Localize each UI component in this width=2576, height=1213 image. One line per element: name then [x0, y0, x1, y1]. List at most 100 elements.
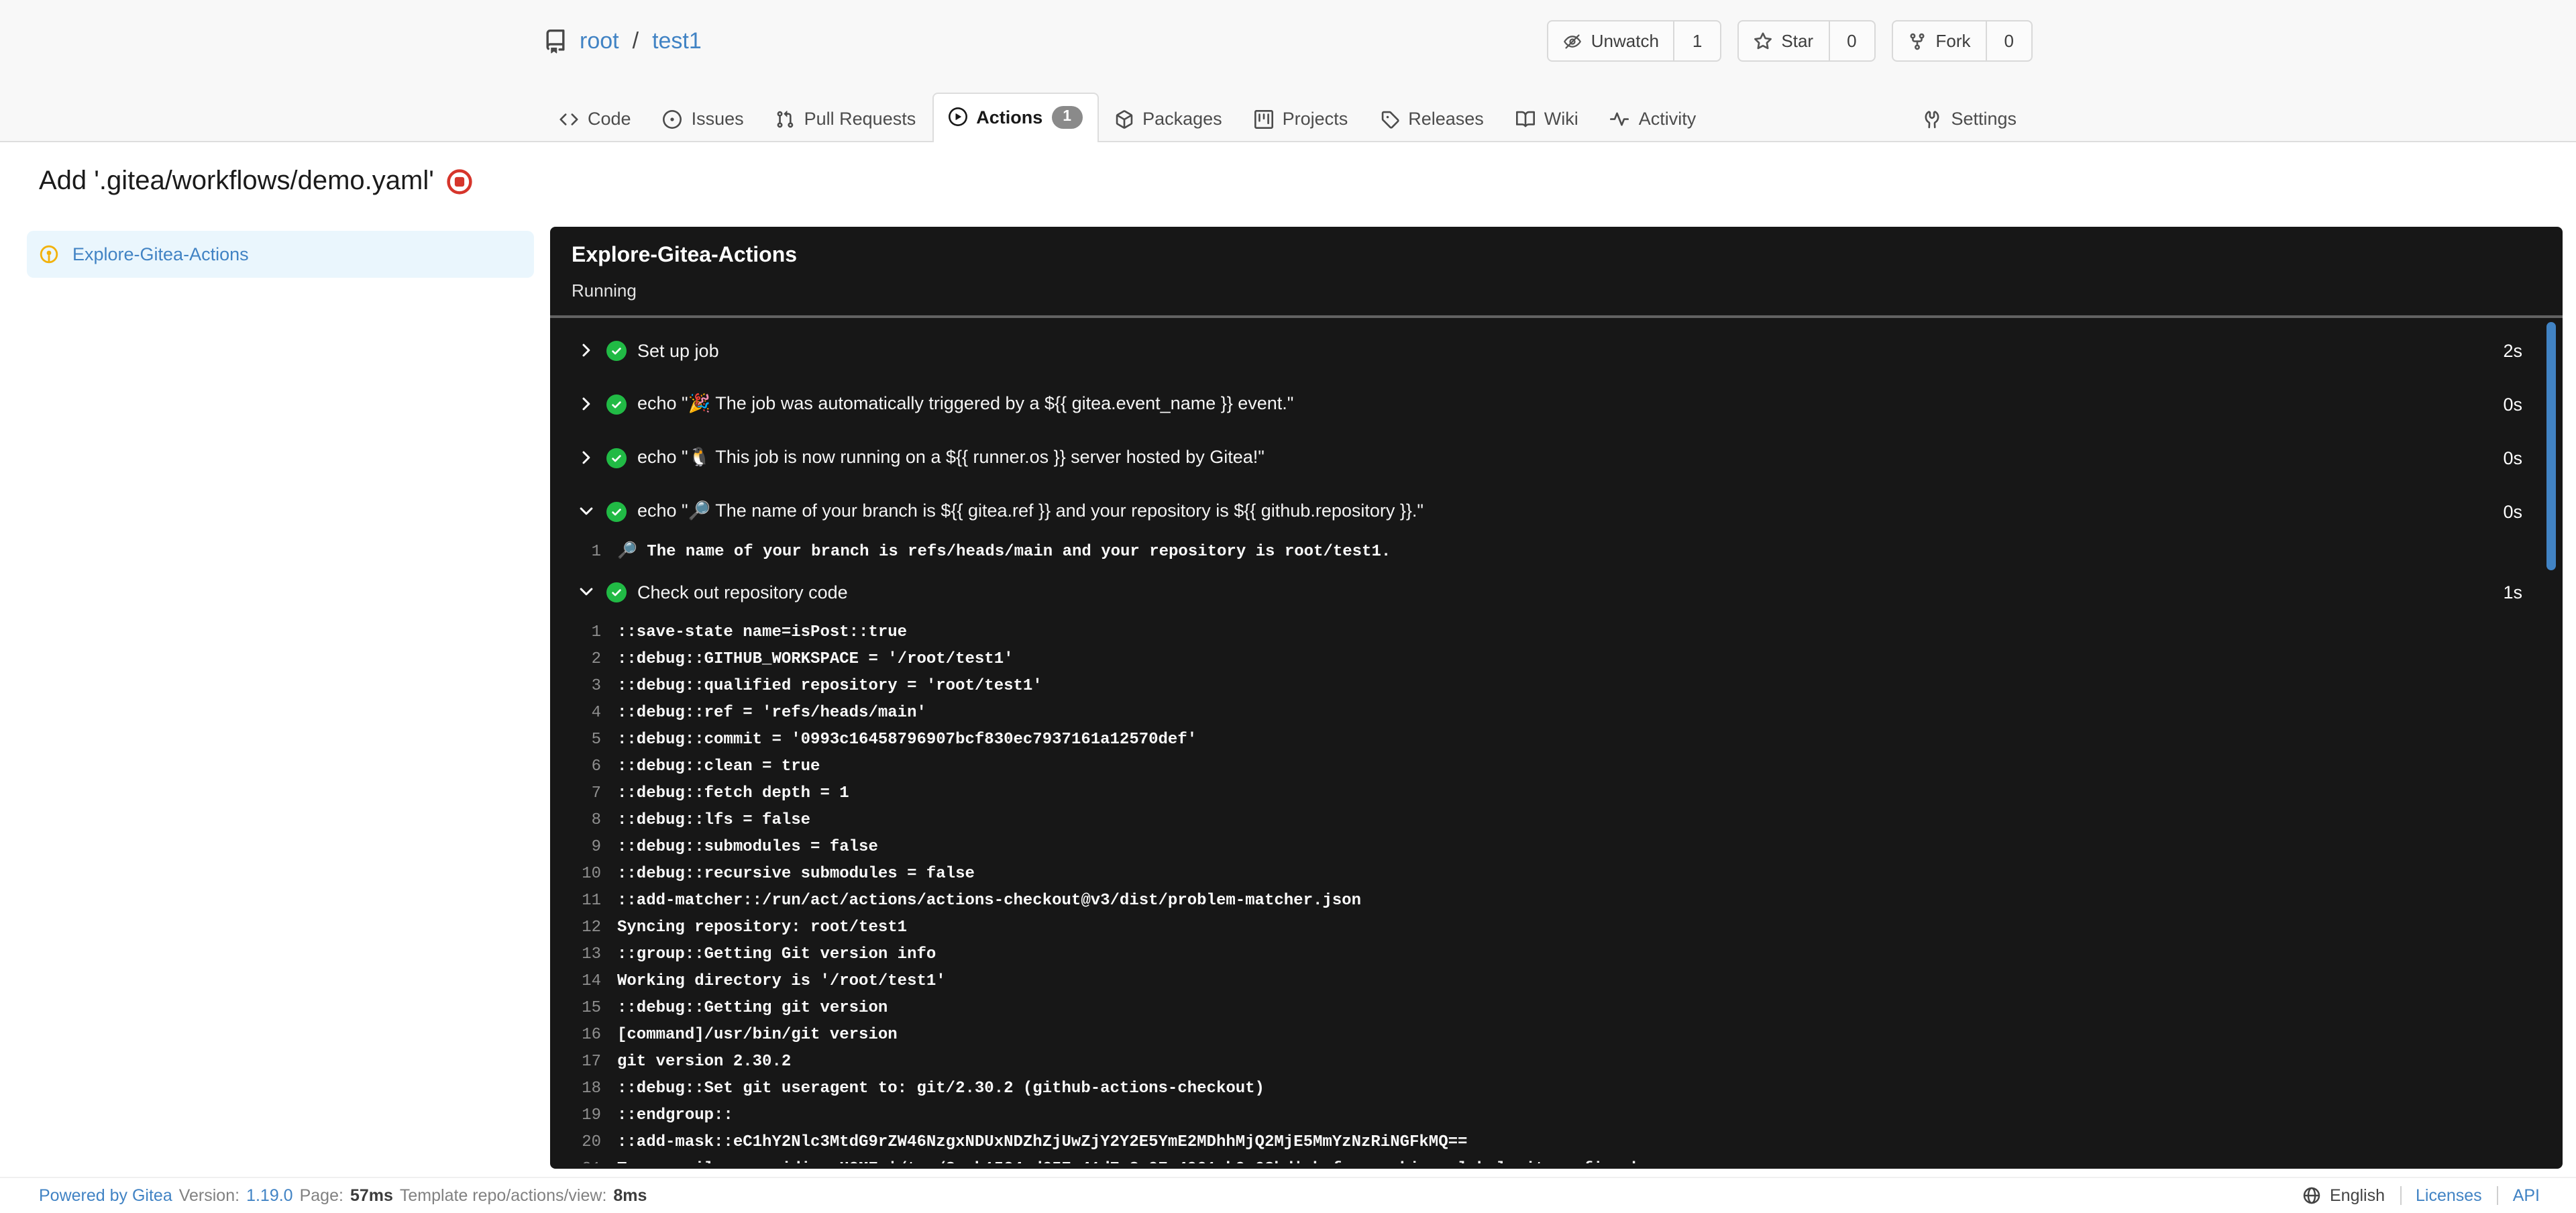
log-panel-header: Explore-Gitea-Actions Running — [550, 227, 2563, 315]
log-line: 11::add-matcher::/run/act/actions/action… — [550, 887, 2563, 914]
tab-pull-requests[interactable]: Pull Requests — [760, 95, 932, 142]
run-header: Add '.gitea/workflows/demo.yaml' — [39, 166, 473, 197]
tab-releases[interactable]: Releases — [1364, 95, 1500, 142]
tab-label: Code — [588, 109, 631, 129]
log-line-text: git version 2.30.2 — [617, 1052, 792, 1071]
log-line-number[interactable]: 4 — [550, 699, 601, 726]
tab-projects[interactable]: Projects — [1238, 95, 1364, 142]
log-panel: Explore-Gitea-Actions Running Set up job… — [550, 227, 2563, 1169]
star-count[interactable]: 0 — [1828, 21, 1874, 60]
fork-button[interactable]: Fork 0 — [1891, 20, 2033, 62]
log-line-number[interactable]: 18 — [550, 1075, 601, 1102]
repo-action-buttons: Unwatch 1 Star 0 Fork 0 — [1546, 20, 2033, 62]
tab-code[interactable]: Code — [543, 95, 647, 142]
run-title: Add '.gitea/workflows/demo.yaml' — [39, 166, 434, 196]
log-line-text: ::debug::Getting git version — [617, 998, 888, 1017]
log-line-number[interactable]: 5 — [550, 726, 601, 753]
log-line-number[interactable]: 15 — [550, 994, 601, 1021]
job-name-link[interactable]: Explore-Gitea-Actions — [72, 244, 249, 264]
unwatch-label: Unwatch — [1591, 31, 1659, 51]
unwatch-count[interactable]: 1 — [1673, 21, 1719, 60]
log-line-number[interactable]: 13 — [550, 941, 601, 967]
log-line-number[interactable]: 3 — [550, 672, 601, 699]
tab-label: Pull Requests — [804, 109, 916, 129]
tab-badge: 1 — [1052, 105, 1083, 129]
step-row[interactable]: Check out repository code 1s — [550, 565, 2563, 619]
log-line-text: ::endgroup:: — [617, 1106, 733, 1124]
unwatch-button[interactable]: Unwatch 1 — [1546, 20, 1721, 62]
star-icon — [1754, 32, 1772, 49]
unwatch-button-main[interactable]: Unwatch — [1548, 21, 1674, 60]
log-line-number[interactable]: 6 — [550, 753, 601, 780]
log-line-number[interactable]: 10 — [550, 860, 601, 887]
star-button[interactable]: Star 0 — [1737, 20, 1876, 62]
log-line-number[interactable]: 1 — [550, 538, 601, 565]
step-row[interactable]: echo "🔎 The name of your branch is ${{ g… — [550, 484, 2563, 538]
log-line: 10::debug::recursive submodules = false — [550, 860, 2563, 887]
repo-tabs: Code Issues Pull Requests Actions 1 Packages P… — [543, 92, 2033, 142]
log-line-text: 🔎 The name of your branch is refs/heads/… — [617, 542, 1391, 561]
version-link[interactable]: 1.19.0 — [246, 1186, 293, 1205]
actions-icon — [948, 107, 967, 127]
repo-tab-bar: Code Issues Pull Requests Actions 1 Packages P… — [0, 92, 2576, 142]
log-scrollbar[interactable] — [2546, 322, 2556, 570]
log-line: 12 Syncing repository: root/test1 — [550, 914, 2563, 941]
log-line-number[interactable]: 2 — [550, 645, 601, 672]
api-link[interactable]: API — [2513, 1186, 2540, 1205]
footer-divider — [2400, 1186, 2401, 1205]
log-line-number[interactable]: 17 — [550, 1048, 601, 1075]
language-menu[interactable]: English — [2302, 1186, 2385, 1205]
tab-activity[interactable]: Activity — [1595, 95, 1713, 142]
log-line-number[interactable]: 9 — [550, 833, 601, 860]
licenses-link[interactable]: Licenses — [2416, 1186, 2482, 1205]
chevron-right-icon — [582, 344, 590, 357]
step-duration: 0s — [2503, 394, 2522, 414]
main-content: Add '.gitea/workflows/demo.yaml' Explore… — [0, 142, 2576, 1177]
globe-icon — [2302, 1187, 2320, 1204]
tab-label: Wiki — [1544, 109, 1578, 129]
tab-label: Releases — [1408, 109, 1484, 129]
log-line-text: ::debug::ref = 'refs/heads/main' — [617, 703, 926, 722]
log-line-number[interactable]: 1 — [550, 619, 601, 645]
log-line-number[interactable]: 19 — [550, 1102, 601, 1128]
log-line-number[interactable]: 11 — [550, 887, 601, 914]
log-line-text: Temporarily overriding HOME='/tmp/8eab15… — [617, 1155, 1690, 1163]
tab-issues[interactable]: Issues — [647, 95, 760, 142]
page-footer: Powered by Gitea Version: 1.19.0 Page: 5… — [0, 1177, 2576, 1213]
step-row[interactable]: Set up job 2s — [550, 323, 2563, 377]
job-item[interactable]: Explore-Gitea-Actions — [27, 231, 534, 278]
footer-links: English Licenses API — [2302, 1186, 2540, 1205]
tab-label: Settings — [1951, 109, 2017, 129]
fork-count[interactable]: 0 — [1985, 21, 2031, 60]
log-line-number[interactable]: 21 — [550, 1155, 601, 1163]
cancel-run-button[interactable] — [447, 169, 473, 195]
repo-icon — [546, 29, 565, 53]
step-row[interactable]: echo "🎉 The job was automatically trigge… — [550, 377, 2563, 431]
log-line-text: ::debug::qualified repository = 'root/te… — [617, 676, 1042, 695]
powered-by-link[interactable]: Powered by Gitea — [39, 1186, 172, 1205]
releases-icon — [1381, 110, 1399, 128]
log-line-number[interactable]: 14 — [550, 967, 601, 994]
tab-packages[interactable]: Packages — [1098, 95, 1238, 142]
tab-actions[interactable]: Actions 1 — [932, 92, 1099, 142]
tab-wiki[interactable]: Wiki — [1500, 95, 1595, 142]
log-line-number[interactable]: 16 — [550, 1021, 601, 1048]
log-line-number[interactable]: 8 — [550, 806, 601, 833]
page-time-value: 57ms — [350, 1186, 393, 1205]
step-row[interactable]: echo "🐧 This job is now running on a ${{… — [550, 431, 2563, 484]
log-line-text: ::group::Getting Git version info — [617, 945, 936, 963]
log-line: 13::group::Getting Git version info — [550, 941, 2563, 967]
log-line-number[interactable]: 20 — [550, 1128, 601, 1155]
star-button-main[interactable]: Star — [1738, 21, 1828, 60]
tab-settings[interactable]: Settings — [1907, 95, 2033, 142]
footer-divider — [2496, 1186, 2498, 1205]
step: echo "🎉 The job was automatically trigge… — [550, 377, 2563, 431]
log-line-number[interactable]: 12 — [550, 914, 601, 941]
log-line-number[interactable]: 7 — [550, 780, 601, 806]
fork-button-main[interactable]: Fork — [1893, 21, 1986, 60]
repo-owner-link[interactable]: root — [580, 28, 619, 54]
repo-name-link[interactable]: test1 — [652, 28, 702, 54]
issues-icon — [663, 109, 682, 128]
log-line: 21 Temporarily overriding HOME='/tmp/8eab… — [550, 1155, 2563, 1163]
step: echo "🔎 The name of your branch is ${{ g… — [550, 484, 2563, 565]
